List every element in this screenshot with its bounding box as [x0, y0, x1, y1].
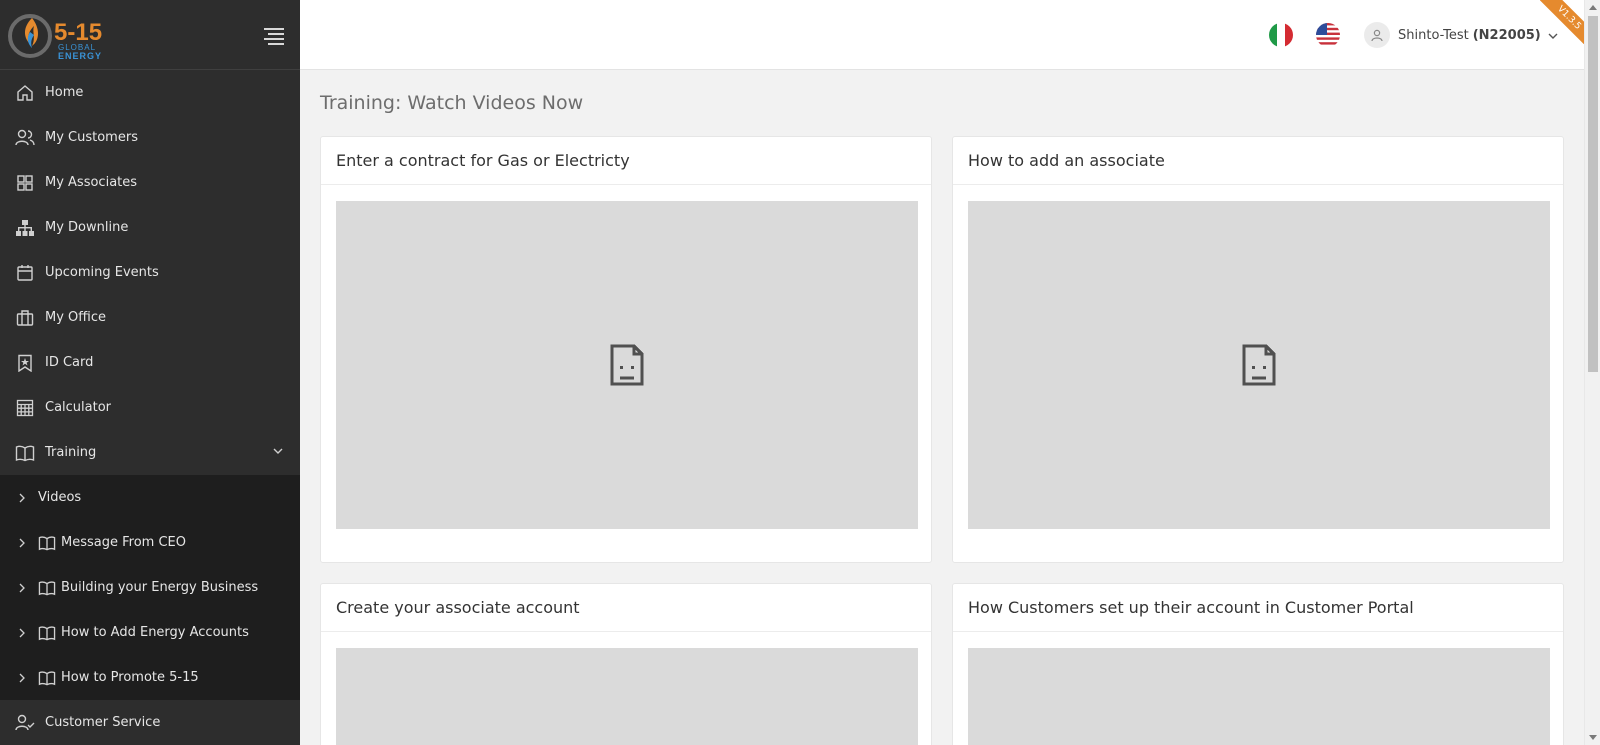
svg-text:5-15: 5-15: [54, 19, 102, 46]
submenu-item-label: How to Promote 5-15: [61, 670, 199, 685]
sidebar-item-label: Calculator: [45, 400, 112, 415]
bookmark-star-icon: [15, 353, 35, 373]
chevron-right-icon: [16, 672, 28, 684]
sidebar-item-label: Training: [45, 445, 97, 460]
sidebar-item-label: My Office: [45, 310, 106, 325]
video-player[interactable]: [336, 201, 918, 529]
brand-logo[interactable]: 5-15 GLOBAL ENERGY: [8, 10, 112, 62]
avatar: [1364, 22, 1390, 48]
italy-flag-icon[interactable]: [1269, 23, 1293, 47]
hierarchy-icon: [15, 218, 35, 238]
broken-file-icon: [1242, 344, 1276, 386]
card-title: How Customers set up their account in Cu…: [953, 584, 1563, 632]
book-icon: [38, 670, 56, 686]
card-title: How to add an associate: [953, 137, 1563, 185]
version-badge: V1.3.5: [1540, 0, 1584, 44]
video-card: How to add an associate: [952, 136, 1564, 563]
sidebar-item-training[interactable]: Training: [0, 430, 300, 475]
sidebar-item-label: Home: [45, 85, 84, 100]
menu-toggle-icon[interactable]: [264, 28, 284, 45]
scroll-up-icon[interactable]: [1589, 4, 1597, 10]
submenu-item-label: Videos: [38, 490, 82, 505]
user-code: (N22005): [1472, 27, 1541, 43]
grid-icon: [15, 173, 35, 193]
sidebar-item-my-associates[interactable]: My Associates: [0, 160, 300, 205]
chevron-right-icon: [16, 582, 28, 594]
sidebar-item-id-card[interactable]: ID Card: [0, 340, 300, 385]
video-card: Enter a contract for Gas or Electricty: [320, 136, 932, 563]
video-card: Create your associate account: [320, 583, 932, 745]
sidebar-item-label: Upcoming Events: [45, 265, 159, 280]
sidebar-item-label: My Customers: [45, 130, 138, 145]
sidebar-item-label: My Downline: [45, 220, 129, 235]
sidebar-item-customer-service[interactable]: Customer Service: [0, 700, 300, 745]
card-title: Enter a contract for Gas or Electricty: [321, 137, 931, 185]
page-scrollbar[interactable]: [1584, 0, 1600, 745]
chevron-down-icon: [272, 445, 284, 457]
chevron-right-icon: [16, 537, 28, 549]
calculator-icon: [15, 398, 35, 418]
chevron-right-icon: [16, 627, 28, 639]
submenu-item-add-energy-accounts[interactable]: How to Add Energy Accounts: [0, 610, 300, 655]
submenu-item-label: Building your Energy Business: [61, 580, 259, 595]
book-icon: [38, 625, 56, 641]
book-icon: [38, 535, 56, 551]
us-flag-icon[interactable]: [1316, 23, 1340, 47]
video-player[interactable]: [968, 201, 1550, 529]
submenu-item-label: How to Add Energy Accounts: [61, 625, 249, 640]
svg-text:ENERGY: ENERGY: [58, 51, 102, 61]
sidebar-item-my-office[interactable]: My Office: [0, 295, 300, 340]
book-icon: [38, 580, 56, 596]
chevron-right-icon: [16, 492, 28, 504]
user-name: Shinto-Test: [1398, 27, 1469, 43]
version-label: V1.3.5: [1540, 0, 1584, 44]
submenu-item-building-energy-business[interactable]: Building your Energy Business: [0, 565, 300, 610]
sidebar-item-my-customers[interactable]: My Customers: [0, 115, 300, 160]
submenu-item-message-from-ceo[interactable]: Message From CEO: [0, 520, 300, 565]
submenu-item-videos[interactable]: Videos: [0, 475, 300, 520]
broken-file-icon: [610, 344, 644, 386]
scroll-thumb[interactable]: [1588, 16, 1598, 372]
users-icon: [15, 128, 35, 148]
video-player[interactable]: [336, 648, 918, 745]
training-submenu: Videos Message From CEO Building your En…: [0, 475, 300, 700]
page-title: Training: Watch Videos Now: [320, 92, 584, 114]
user-check-icon: [15, 713, 35, 733]
sidebar-item-label: Customer Service: [45, 715, 161, 730]
topbar: Shinto-Test (N22005) V1.3.5: [300, 0, 1584, 70]
calendar-icon: [15, 263, 35, 283]
card-title: Create your associate account: [321, 584, 931, 632]
sidebar-item-label: My Associates: [45, 175, 138, 190]
book-icon: [15, 443, 35, 463]
briefcase-icon: [15, 308, 35, 328]
submenu-item-promote-5-15[interactable]: How to Promote 5-15: [0, 655, 300, 700]
home-icon: [15, 83, 35, 103]
video-card: How Customers set up their account in Cu…: [952, 583, 1564, 745]
user-menu[interactable]: Shinto-Test (N22005): [1364, 22, 1558, 48]
video-player[interactable]: [968, 648, 1550, 745]
sidebar-header: 5-15 GLOBAL ENERGY: [0, 0, 300, 70]
sidebar: 5-15 GLOBAL ENERGY Home My Customers My …: [0, 0, 300, 745]
scroll-down-icon[interactable]: [1589, 735, 1597, 741]
sidebar-item-label: ID Card: [45, 355, 94, 370]
sidebar-item-calculator[interactable]: Calculator: [0, 385, 300, 430]
sidebar-item-upcoming-events[interactable]: Upcoming Events: [0, 250, 300, 295]
submenu-item-label: Message From CEO: [61, 535, 186, 550]
sidebar-item-my-downline[interactable]: My Downline: [0, 205, 300, 250]
sidebar-item-home[interactable]: Home: [0, 70, 300, 115]
